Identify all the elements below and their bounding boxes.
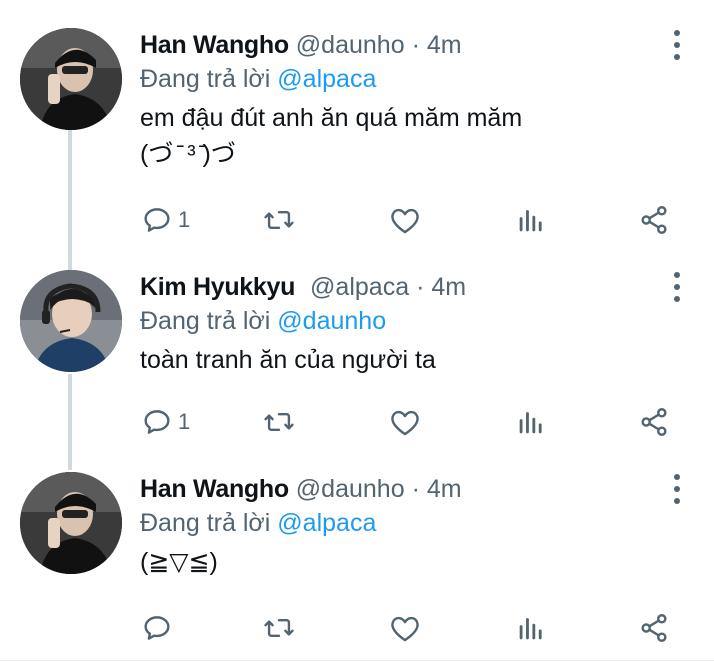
replying-to-label: Đang trả lời [140, 65, 271, 93]
like-button[interactable] [388, 200, 422, 240]
share-button[interactable] [637, 402, 671, 442]
replying-to: Đang trả lời @daunho [140, 304, 694, 338]
retweet-icon [264, 413, 294, 431]
heart-icon [391, 208, 419, 234]
analytics-button[interactable] [514, 200, 548, 240]
separator-dot: · [411, 31, 420, 59]
reply-count: 1 [178, 409, 191, 434]
analytics-icon [519, 210, 542, 232]
replying-to-label: Đang trả lời [140, 307, 271, 335]
retweet-button[interactable] [262, 402, 296, 442]
reply-button[interactable] [140, 608, 178, 648]
more-vertical-icon[interactable] [670, 272, 684, 302]
reply-icon [144, 410, 170, 434]
tweet-header: Han Wangho @daunho · 4m [140, 472, 694, 506]
display-name[interactable]: Han Wangho [140, 475, 289, 503]
timestamp[interactable]: 4m [431, 273, 466, 301]
tweet-actions [140, 608, 675, 648]
more-vertical-icon[interactable] [670, 30, 684, 60]
display-name[interactable]: Kim Hyukkyu [140, 273, 295, 301]
display-name[interactable]: Han Wangho [140, 31, 289, 59]
separator-dot: · [416, 273, 425, 301]
avatar[interactable] [20, 28, 122, 130]
share-icon [641, 206, 667, 234]
timestamp[interactable]: 4m [427, 31, 462, 59]
tweet-text: (≧▽≦) [140, 548, 218, 576]
tweet[interactable]: Han Wangho @daunho · 4m Đang trả lời @al… [0, 28, 714, 248]
retweet-icon [264, 619, 294, 637]
share-button[interactable] [637, 200, 671, 240]
reply-icon [144, 616, 170, 640]
analytics-icon [519, 618, 542, 640]
reply-icon [144, 208, 170, 232]
share-icon [641, 614, 667, 642]
like-button[interactable] [388, 402, 422, 442]
mention-link[interactable]: @alpaca [277, 509, 376, 537]
user-handle[interactable]: @daunho [296, 31, 405, 59]
tweet-text: em đậu đút anh ăn quá măm măm (づ ̄ ³ ̄)づ [140, 104, 523, 168]
tweet-actions: 1 [140, 200, 675, 240]
like-button[interactable] [388, 608, 422, 648]
retweet-button[interactable] [262, 200, 296, 240]
mention-link[interactable]: @alpaca [277, 65, 376, 93]
user-handle[interactable]: @alpaca [310, 273, 409, 301]
bottom-divider [0, 660, 714, 661]
tweet-actions: 1 [140, 402, 675, 442]
reply-button[interactable]: 1 [140, 402, 190, 442]
separator-dot: · [411, 475, 420, 503]
tweet-header: Kim Hyukkyu @alpaca · 4m [140, 270, 694, 304]
avatar[interactable] [20, 270, 122, 372]
tweet[interactable]: Kim Hyukkyu @alpaca · 4m Đang trả lời @d… [0, 270, 714, 450]
reply-button[interactable]: 1 [140, 200, 190, 240]
reply-count: 1 [178, 207, 191, 232]
share-button[interactable] [637, 608, 671, 648]
tweet-header: Han Wangho @daunho · 4m [140, 28, 694, 62]
retweet-icon [264, 211, 294, 229]
analytics-button[interactable] [514, 608, 548, 648]
analytics-icon [519, 412, 542, 434]
replying-to-label: Đang trả lời [140, 509, 271, 537]
timestamp[interactable]: 4m [427, 475, 462, 503]
replying-to: Đang trả lời @alpaca [140, 506, 694, 540]
heart-icon [391, 410, 419, 436]
replying-to: Đang trả lời @alpaca [140, 62, 694, 96]
mention-link[interactable]: @daunho [277, 307, 386, 335]
retweet-button[interactable] [262, 608, 296, 648]
avatar[interactable] [20, 472, 122, 574]
more-vertical-icon[interactable] [670, 474, 684, 504]
analytics-button[interactable] [514, 402, 548, 442]
tweet-text: toàn tranh ăn của người ta [140, 346, 436, 374]
tweet[interactable]: Han Wangho @daunho · 4m Đang trả lời @al… [0, 472, 714, 652]
heart-icon [391, 616, 419, 642]
user-handle[interactable]: @daunho [296, 475, 405, 503]
share-icon [641, 408, 667, 436]
